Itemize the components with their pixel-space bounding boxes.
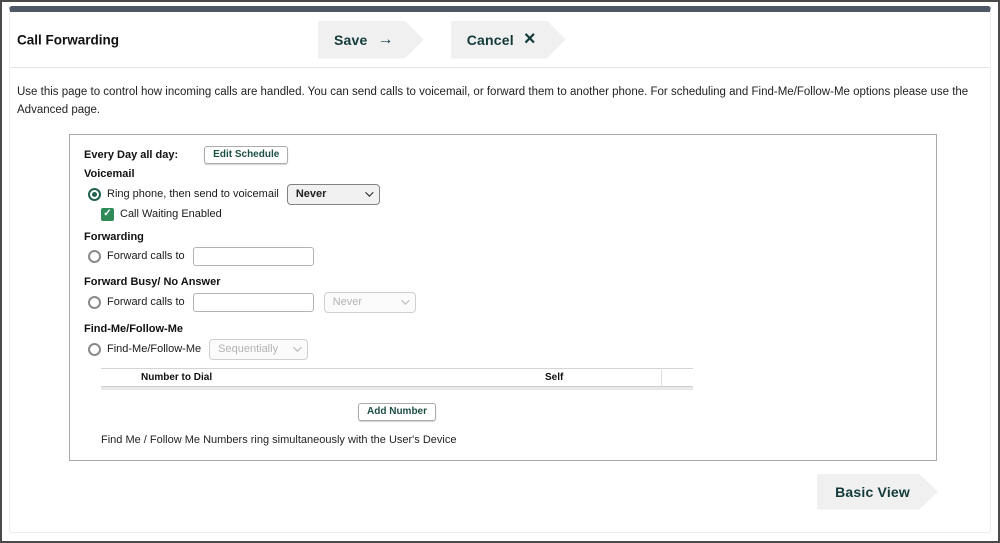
voicemail-ring-row: Ring phone, then send to voicemail Never bbox=[88, 184, 922, 205]
arrow-right-icon: → bbox=[378, 32, 394, 48]
forward-calls-radio[interactable] bbox=[88, 250, 101, 263]
intro-text: Use this page to control how incoming ca… bbox=[17, 84, 980, 120]
page: Call Forwarding Save → Cancel × Use this… bbox=[0, 0, 1000, 543]
table-blank-cell bbox=[101, 368, 137, 386]
forward-busy-row: Forward calls to Never bbox=[88, 292, 922, 313]
find-me-table-header-row: Number to Dial Self bbox=[101, 368, 693, 386]
find-me-radio[interactable] bbox=[88, 343, 101, 356]
find-me-mode-select: Sequentially bbox=[209, 339, 308, 360]
table-header-number-to-dial: Number to Dial bbox=[137, 368, 541, 386]
forwarding-heading: Forwarding bbox=[84, 231, 922, 243]
find-me-label: Find-Me/Follow-Me bbox=[107, 343, 201, 355]
forward-busy-radio[interactable] bbox=[88, 296, 101, 309]
page-title: Call Forwarding bbox=[17, 32, 119, 47]
find-me-note: Find Me / Follow Me Numbers ring simulta… bbox=[101, 434, 922, 446]
find-me-row: Find-Me/Follow-Me Sequentially bbox=[88, 339, 922, 360]
basic-view-row: Basic View bbox=[10, 474, 990, 510]
header-divider bbox=[10, 67, 990, 68]
forward-busy-timeout-value: Never bbox=[333, 296, 362, 308]
forward-busy-number-input[interactable] bbox=[193, 293, 314, 312]
call-waiting-label: Call Waiting Enabled bbox=[120, 208, 222, 220]
edit-schedule-button[interactable]: Edit Schedule bbox=[204, 146, 288, 164]
find-me-mode-value: Sequentially bbox=[218, 343, 278, 355]
table-blank-cell bbox=[661, 368, 693, 386]
forward-busy-heading: Forward Busy/ No Answer bbox=[84, 276, 922, 288]
header: Call Forwarding Save → Cancel × bbox=[10, 12, 990, 67]
content-card: Call Forwarding Save → Cancel × Use this… bbox=[9, 6, 991, 533]
voicemail-timeout-select[interactable]: Never bbox=[287, 184, 380, 205]
basic-view-button[interactable]: Basic View bbox=[817, 474, 938, 510]
ring-phone-radio[interactable] bbox=[88, 188, 101, 201]
table-footer-strip bbox=[101, 387, 693, 390]
schedule-row: Every Day all day: Edit Schedule bbox=[84, 146, 922, 164]
save-button-label: Save bbox=[334, 32, 368, 48]
forward-number-input[interactable] bbox=[193, 247, 314, 266]
forward-busy-label: Forward calls to bbox=[107, 296, 185, 308]
add-number-button[interactable]: Add Number bbox=[358, 403, 436, 421]
forwarding-row: Forward calls to bbox=[88, 247, 922, 266]
checkmark-icon: ✓ bbox=[103, 209, 111, 219]
save-button-top[interactable]: Save → bbox=[318, 21, 424, 59]
call-waiting-row: ✓ Call Waiting Enabled bbox=[101, 208, 922, 221]
settings-panel: Every Day all day: Edit Schedule Voicema… bbox=[69, 134, 937, 461]
find-me-heading: Find-Me/Follow-Me bbox=[84, 323, 922, 335]
forward-busy-timeout-select: Never bbox=[324, 292, 416, 313]
chevron-down-icon bbox=[365, 188, 373, 196]
chevron-down-icon bbox=[293, 343, 301, 351]
cancel-button-label: Cancel bbox=[467, 32, 514, 48]
table-header-self: Self bbox=[541, 368, 661, 386]
close-x-icon: × bbox=[524, 29, 536, 49]
schedule-label: Every Day all day: bbox=[84, 149, 178, 161]
chevron-down-icon bbox=[401, 296, 409, 304]
find-me-table: Number to Dial Self bbox=[101, 368, 693, 390]
forward-calls-label: Forward calls to bbox=[107, 250, 185, 262]
voicemail-heading: Voicemail bbox=[84, 168, 922, 180]
basic-view-label: Basic View bbox=[835, 484, 910, 500]
add-number-row: Add Number bbox=[101, 401, 693, 421]
ring-phone-label: Ring phone, then send to voicemail bbox=[107, 188, 279, 200]
voicemail-timeout-value: Never bbox=[296, 188, 327, 200]
call-waiting-checkbox[interactable]: ✓ bbox=[101, 208, 114, 221]
header-buttons: Save → Cancel × bbox=[318, 21, 566, 59]
cancel-button-top[interactable]: Cancel × bbox=[451, 21, 566, 59]
